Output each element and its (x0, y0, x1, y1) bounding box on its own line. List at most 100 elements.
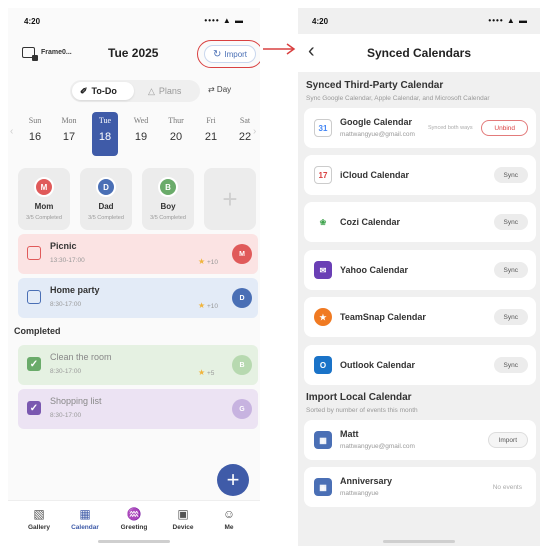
weekday-fri[interactable]: Fri 21 (198, 112, 224, 156)
people-icon: ☺ (222, 507, 236, 521)
import-button[interactable]: ↻ Import (204, 45, 256, 63)
task-card-completed[interactable]: ✓ Clean the room 8:30-17:00 ★ +5 B (18, 345, 258, 385)
tab-todo[interactable]: ✐ To-Do (72, 82, 134, 100)
unbind-button[interactable]: Unbind (481, 120, 528, 136)
nav-header: ‹ Synced Calendars (298, 34, 540, 72)
status-time: 4:20 (312, 17, 329, 26)
task-checkbox[interactable] (27, 246, 41, 260)
avatar: B (158, 177, 178, 197)
status-bar: 4:20 •••• ▲ ▬ (312, 14, 528, 30)
page-title[interactable]: Tue 2025 (108, 46, 158, 60)
google-calendar-icon: 31 (314, 119, 332, 137)
task-title: Picnic (50, 241, 77, 251)
synced-calendars-screen: 4:20 •••• ▲ ▬ ‹ Synced Calendars Synced … (298, 8, 540, 546)
task-checkbox-checked[interactable]: ✓ (27, 357, 41, 371)
frame-device-icon[interactable] (22, 47, 38, 61)
weekday-name: Wed (133, 116, 149, 125)
weekday-tue-selected[interactable]: Tue 18 (92, 112, 118, 156)
calendar-name: iCloud Calendar (340, 170, 410, 180)
chevron-left-icon[interactable]: ‹ (10, 126, 13, 137)
tab-label: Device (172, 524, 194, 531)
chevron-right-icon[interactable]: › (253, 126, 256, 137)
task-card-completed[interactable]: ✓ Shopping list 8:30-17:00 G (18, 389, 258, 429)
add-member-button[interactable]: + (204, 168, 256, 230)
task-checkbox[interactable] (27, 290, 41, 304)
tab-calendar[interactable]: ▦ Calendar (62, 507, 108, 531)
sync-button[interactable]: Sync (493, 167, 528, 183)
teamsnap-star-icon: ★ (314, 308, 332, 326)
weekday-date: 19 (134, 131, 148, 143)
import-button[interactable]: Import (487, 432, 528, 448)
tab-label: Greeting (120, 524, 148, 531)
task-card[interactable]: Home party 8:30-17:00 ★ +10 D (18, 278, 258, 318)
task-time: 8:30-17:00 (50, 301, 82, 308)
weekday-date: 20 (169, 131, 183, 143)
sync-button[interactable]: Sync (493, 262, 528, 278)
calendar-name: Matt (340, 429, 359, 439)
third-party-section-title: Synced Third-Party Calendar (306, 80, 444, 91)
weekday-wed[interactable]: Wed 19 (128, 112, 154, 156)
task-points: ★ +5 (198, 368, 214, 377)
avatar: D (232, 288, 252, 308)
tab-label: Me (224, 524, 234, 531)
calendar-name: Cozi Calendar (340, 217, 401, 227)
frame-icon: ▣ (177, 507, 189, 521)
avatar: B (232, 355, 252, 375)
calendar-row-google: 31 Google Calendar mattwangyue@gmail.com… (304, 108, 536, 148)
local-calendar-row: ▦ Anniversary mattwangyue No events (304, 467, 536, 507)
member-name: Dad (98, 202, 114, 211)
day-view-toggle[interactable]: ⇄ Day (208, 85, 231, 94)
weekday-sun[interactable]: Sun 16 (22, 112, 48, 156)
member-card-mom[interactable]: M Mom 3/5 Completed (18, 168, 70, 230)
task-title: Shopping list (50, 396, 102, 406)
tab-plans[interactable]: △ Plans (140, 82, 189, 100)
bottom-tab-bar: ▧ Gallery ▦ Calendar ♒ Greeting ▣ Device… (8, 500, 260, 546)
avatar: M (34, 177, 54, 197)
icloud-calendar-icon: 17 (314, 166, 332, 184)
calendar-row-outlook: O Outlook Calendar Sync (304, 345, 536, 385)
avatar: D (96, 177, 116, 197)
weekday-mon[interactable]: Mon 17 (56, 112, 82, 156)
status-icons: •••• ▲ ▬ (204, 16, 244, 25)
frame-name[interactable]: Frame0... (41, 49, 72, 56)
tab-gallery[interactable]: ▧ Gallery (16, 507, 62, 531)
local-section-subtitle: Sorted by number of events this month (306, 407, 418, 414)
avatar: G (232, 399, 252, 419)
home-indicator (98, 540, 170, 543)
weekday-name: Mon (61, 116, 77, 125)
add-task-button[interactable]: + (217, 464, 249, 496)
calendar-row-icloud: 17 iCloud Calendar Sync (304, 155, 536, 195)
calendar-email: mattwangyue (340, 490, 379, 497)
member-card-dad[interactable]: D Dad 3/5 Completed (80, 168, 132, 230)
member-card-boy[interactable]: B Boy 3/5 Completed (142, 168, 194, 230)
weekday-thur[interactable]: Thur 20 (163, 112, 189, 156)
star-icon: ★ (198, 368, 206, 377)
weekday-date: 17 (62, 131, 76, 143)
task-time: 8:30-17:00 (50, 368, 82, 375)
tab-greeting[interactable]: ♒ Greeting (111, 507, 157, 531)
weekday-name: Sat (239, 116, 251, 125)
calendar-screen: 4:20 •••• ▲ ▬ Frame0... Tue 2025 ↻ Impor… (8, 8, 260, 546)
cake-icon: ♒ (126, 507, 142, 521)
member-progress: 3/5 Completed (150, 215, 186, 221)
calendar-email: mattwangyue@gmail.com (340, 443, 415, 450)
task-card[interactable]: Picnic 13:30-17:00 ★ +10 M (18, 234, 258, 274)
star-icon: ★ (198, 257, 206, 266)
sync-button[interactable]: Sync (493, 357, 528, 373)
calendar-icon: ▦ (314, 431, 332, 449)
tab-me[interactable]: ☺ Me (206, 507, 252, 531)
task-time: 8:30-17:00 (50, 412, 82, 419)
task-checkbox-checked[interactable]: ✓ (27, 401, 41, 415)
member-name: Mom (34, 202, 54, 211)
yahoo-mail-icon: ✉ (314, 261, 332, 279)
third-party-section-subtitle: Sync Google Calendar, Apple Calendar, an… (306, 95, 490, 102)
pencil-icon: ✐ (80, 85, 88, 96)
calendar-email: mattwangyue@gmail.com (340, 131, 415, 138)
sync-button[interactable]: Sync (493, 309, 528, 325)
calendar-name: Yahoo Calendar (340, 265, 409, 275)
tab-device[interactable]: ▣ Device (160, 507, 206, 531)
weekday-date: 18 (98, 131, 112, 143)
task-title: Home party (50, 285, 100, 295)
home-indicator (383, 540, 455, 543)
sync-button[interactable]: Sync (493, 214, 528, 230)
